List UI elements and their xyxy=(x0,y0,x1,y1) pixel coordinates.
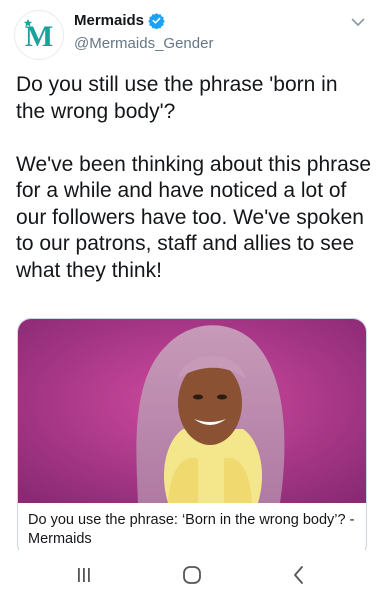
tweet-header: M Mermaids @Mermaids_Gender xyxy=(0,0,384,68)
link-card[interactable]: Do you use the phrase: ‘Born in the wron… xyxy=(17,318,367,558)
back-icon[interactable] xyxy=(286,562,312,588)
display-name[interactable]: Mermaids xyxy=(74,12,144,29)
tweet-text: Do you still use the phrase 'born in the… xyxy=(16,72,372,284)
card-title[interactable]: Do you use the phrase: ‘Born in the wron… xyxy=(28,511,358,549)
name-row: Mermaids xyxy=(74,12,165,29)
tweet-paragraph: We've been thinking about this phrase fo… xyxy=(16,152,372,282)
android-nav-bar xyxy=(0,550,384,600)
tweet-paragraph: Do you still use the phrase 'born in the… xyxy=(16,73,338,123)
verified-badge-icon xyxy=(148,13,165,29)
card-image xyxy=(18,319,366,503)
handle[interactable]: @Mermaids_Gender xyxy=(74,35,213,52)
chevron-down-icon[interactable] xyxy=(350,14,366,30)
home-icon[interactable] xyxy=(179,562,205,588)
mermaids-logo-icon: M xyxy=(24,19,53,53)
recent-apps-icon[interactable] xyxy=(71,562,97,588)
avatar[interactable]: M xyxy=(14,10,64,60)
